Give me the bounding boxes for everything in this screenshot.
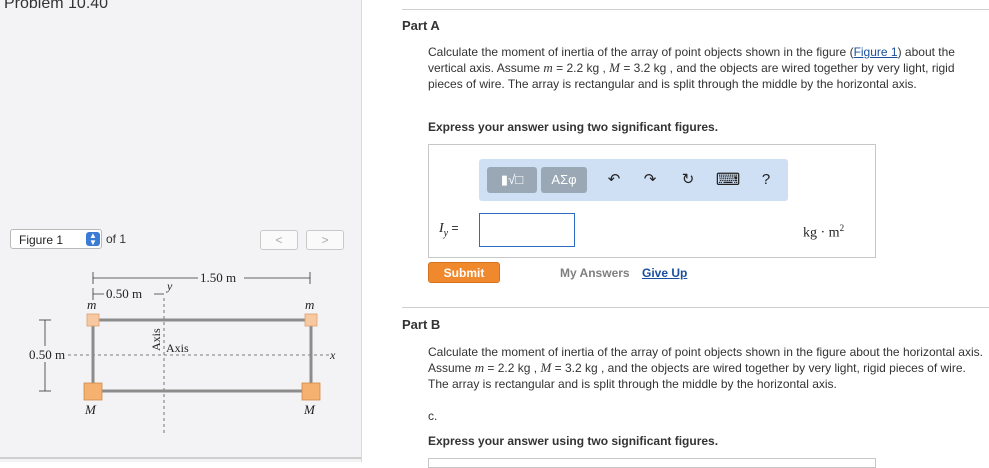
answer-unit: kg · m2	[803, 223, 844, 242]
figure-link[interactable]: Figure 1	[854, 45, 898, 59]
axis-horizontal-label: Axis	[166, 341, 189, 355]
prev-figure-button[interactable]: <	[260, 230, 298, 250]
axis-vertical-label: Axis	[149, 328, 163, 351]
symbol-m-b: m	[474, 360, 485, 375]
part-a-text-3: = 2.2 kg ,	[552, 61, 610, 75]
label-m-top-left: m	[87, 297, 96, 312]
figure-select[interactable]: Figure 1 ▲ ▼	[10, 229, 102, 249]
math-toolbar: ▮√□ ΑΣφ ↶ ↷ ↻ ⌨ ?	[479, 159, 788, 201]
template-sqrt-icon[interactable]: ▮√□	[487, 167, 537, 193]
unit-text: kg · m	[803, 225, 840, 241]
part-a-title: Part A	[402, 18, 440, 33]
symbol-M: M	[609, 60, 620, 75]
symbol-M-b: M	[540, 360, 552, 375]
help-icon[interactable]: ?	[755, 169, 777, 191]
mass-bottom-left	[83, 382, 103, 401]
figure-select-value: Figure 1	[19, 233, 64, 247]
part-a-answer-area: ▮√□ ΑΣφ ↶ ↷ ↻ ⌨ ? Iy = kg · m2	[428, 144, 876, 258]
mass-bottom-right	[301, 382, 321, 401]
mass-top-left	[86, 313, 100, 327]
give-up-link[interactable]: Give Up	[642, 266, 687, 280]
unit-exponent: 2	[839, 223, 845, 233]
answer-equals: =	[448, 221, 459, 235]
answer-input[interactable]	[479, 213, 575, 247]
part-a-instruction: Express your answer using two significan…	[428, 120, 719, 134]
x-axis-label: x	[329, 348, 336, 362]
select-arrows-icon: ▲ ▼	[86, 232, 100, 247]
reset-icon[interactable]: ↻	[677, 169, 699, 191]
redo-icon[interactable]: ↷	[639, 169, 661, 191]
mid-divider	[402, 307, 989, 308]
figure-count: of 1	[106, 232, 127, 246]
dim-top-large: 1.50 m	[200, 270, 236, 285]
part-b-text-2: = 2.2 kg ,	[484, 361, 541, 375]
label-m-top-right: m	[305, 297, 314, 312]
undo-icon[interactable]: ↶	[603, 169, 625, 191]
mass-top-right	[304, 313, 318, 327]
label-M-bottom-right: M	[303, 402, 316, 417]
greek-symbols-button[interactable]: ΑΣφ	[541, 167, 587, 193]
answer-label: Iy =	[439, 221, 458, 239]
figure-diagram: 1.50 m 0.50 m y x 0.50 m Axis Axis m m M…	[27, 269, 336, 436]
part-b-instruction: Express your answer using two significan…	[428, 434, 719, 448]
part-b-title: Part B	[402, 317, 441, 332]
figure-bottom-divider	[0, 457, 362, 459]
symbol-m: m	[543, 60, 553, 75]
part-a-text-1: Calculate the moment of inertia of the a…	[428, 45, 854, 59]
dim-top-small: 0.50 m	[106, 286, 142, 301]
label-M-bottom-left: M	[84, 402, 97, 417]
part-b-question: Calculate the moment of inertia of the a…	[428, 344, 988, 392]
part-b-answer-area	[428, 458, 876, 468]
submit-button[interactable]: Submit	[428, 262, 500, 283]
question-panel: Part A Calculate the moment of inertia o…	[362, 0, 989, 468]
dim-left: 0.50 m	[29, 347, 65, 362]
part-b-note: c.	[428, 409, 438, 423]
problem-title: Problem 10.40	[4, 0, 109, 12]
y-axis-label: y	[166, 279, 173, 293]
top-divider	[402, 9, 989, 10]
my-answers-link[interactable]: My Answers	[560, 266, 630, 280]
keyboard-icon[interactable]: ⌨	[715, 169, 741, 191]
part-a-question: Calculate the moment of inertia of the a…	[428, 44, 988, 92]
next-figure-button[interactable]: >	[306, 230, 344, 250]
figure-panel: Problem 10.40 Figure 1 ▲ ▼ of 1 < > 1.50 …	[0, 0, 362, 462]
